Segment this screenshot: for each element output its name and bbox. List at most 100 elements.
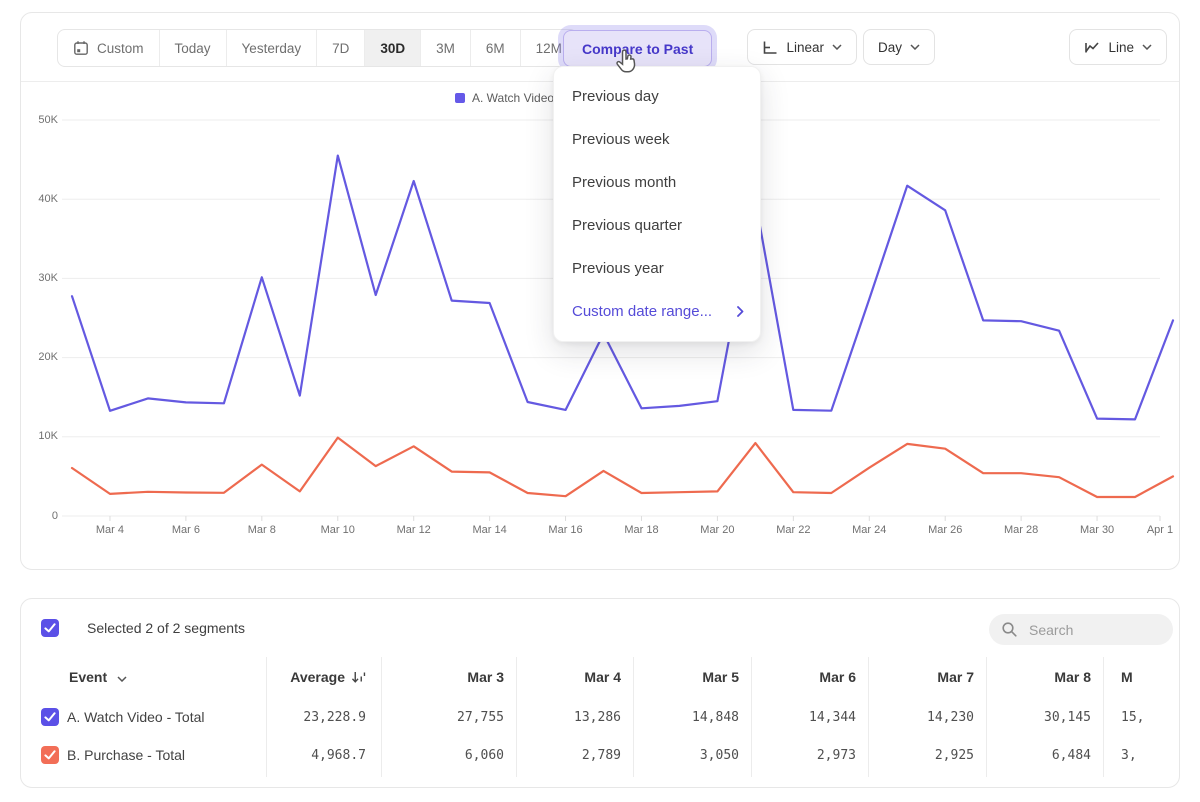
calendar-icon bbox=[73, 40, 89, 56]
table-header-mar-3: Mar 3 bbox=[467, 669, 504, 685]
chevron-down-icon bbox=[1142, 44, 1152, 50]
scale-selector-label: Linear bbox=[786, 40, 824, 55]
value-cell: 2,789 bbox=[582, 748, 621, 763]
chevron-down-icon bbox=[832, 44, 842, 50]
preset-label: 6M bbox=[486, 41, 505, 56]
table-header-event[interactable]: Event bbox=[69, 669, 127, 685]
preset-label: Custom bbox=[97, 41, 144, 56]
check-icon bbox=[44, 623, 56, 633]
search-input[interactable] bbox=[1027, 621, 1151, 639]
value-cell: 13,286 bbox=[574, 710, 621, 725]
table-header-clipped: M bbox=[1121, 669, 1133, 685]
x-axis-label: Mar 20 bbox=[687, 524, 747, 536]
preset-label: Yesterday bbox=[242, 41, 302, 56]
menu-item-previous-year[interactable]: Previous year bbox=[554, 247, 760, 290]
analytics-report-page: CustomTodayYesterday7D30D3M6M12M Linear … bbox=[0, 0, 1200, 802]
y-axis-label: 30K bbox=[18, 272, 58, 284]
preset-label: Today bbox=[175, 41, 211, 56]
table-header-mar-5: Mar 5 bbox=[702, 669, 739, 685]
value-cell: 2,973 bbox=[817, 748, 856, 763]
x-axis-label: Mar 30 bbox=[1067, 524, 1127, 536]
x-axis-label: Mar 18 bbox=[611, 524, 671, 536]
x-axis-label: Mar 14 bbox=[460, 524, 520, 536]
y-axis-label: 40K bbox=[18, 193, 58, 205]
x-axis-label: Mar 26 bbox=[915, 524, 975, 536]
x-axis-label: Mar 4 bbox=[80, 524, 140, 536]
column-separator bbox=[1103, 657, 1104, 777]
value-cell: 3,050 bbox=[700, 748, 739, 763]
preset-3m[interactable]: 3M bbox=[420, 30, 470, 66]
compare-to-past-menu: Previous dayPrevious weekPrevious monthP… bbox=[553, 66, 761, 342]
scale-selector-button[interactable]: Linear bbox=[747, 29, 857, 65]
table-header-mar-8: Mar 8 bbox=[1054, 669, 1091, 685]
menu-item-custom-date-range[interactable]: Custom date range... bbox=[554, 290, 760, 333]
y-axis-label: 20K bbox=[18, 351, 58, 363]
average-cell: 23,228.9 bbox=[303, 710, 366, 725]
x-axis-label: Mar 12 bbox=[384, 524, 444, 536]
check-icon bbox=[44, 750, 56, 760]
value-cell: 14,848 bbox=[692, 710, 739, 725]
value-cell: 14,230 bbox=[927, 710, 974, 725]
search-box[interactable] bbox=[989, 614, 1173, 645]
menu-item-previous-month[interactable]: Previous month bbox=[554, 161, 760, 204]
column-separator bbox=[868, 657, 869, 777]
select-all-checkbox[interactable] bbox=[41, 619, 59, 637]
y-axis-label: 10K bbox=[18, 430, 58, 442]
menu-item-previous-quarter[interactable]: Previous quarter bbox=[554, 204, 760, 247]
chevron-down-icon bbox=[910, 44, 920, 50]
preset-label: 12M bbox=[536, 41, 562, 56]
preset-30d[interactable]: 30D bbox=[364, 30, 420, 66]
y-axis-label: 0 bbox=[18, 510, 58, 522]
table-header-mar-6: Mar 6 bbox=[819, 669, 856, 685]
x-axis-label: Mar 28 bbox=[991, 524, 1051, 536]
menu-item-previous-week[interactable]: Previous week bbox=[554, 118, 760, 161]
chevron-right-icon bbox=[737, 306, 744, 317]
column-separator bbox=[986, 657, 987, 777]
segments-selected-label: Selected 2 of 2 segments bbox=[87, 620, 245, 636]
value-cell: 6,484 bbox=[1052, 748, 1091, 763]
column-separator bbox=[381, 657, 382, 777]
average-cell: 4,968.7 bbox=[311, 748, 366, 763]
segment-row-label: A. Watch Video - Total bbox=[67, 709, 204, 725]
date-range-preset-group: Custom Today Yesterday 7D 30D 3M 6M 12M bbox=[57, 29, 578, 67]
custom-date-range-label: Custom date range... bbox=[572, 290, 712, 333]
table-header-average[interactable]: Average bbox=[290, 669, 366, 685]
row-checkbox[interactable] bbox=[41, 708, 59, 726]
preset-label: 3M bbox=[436, 41, 455, 56]
x-axis-label: Mar 16 bbox=[536, 524, 596, 536]
row-checkbox[interactable] bbox=[41, 746, 59, 764]
preset-yesterday[interactable]: Yesterday bbox=[226, 30, 317, 66]
column-separator bbox=[633, 657, 634, 777]
compare-to-past-button[interactable]: Compare to Past bbox=[563, 30, 712, 67]
check-icon bbox=[44, 712, 56, 722]
legend-swatch bbox=[455, 93, 465, 103]
x-axis-label: Mar 24 bbox=[839, 524, 899, 536]
table-header-mar-7: Mar 7 bbox=[937, 669, 974, 685]
x-axis-label: Mar 10 bbox=[308, 524, 368, 536]
column-separator bbox=[516, 657, 517, 777]
chart-type-selector-label: Line bbox=[1108, 40, 1134, 55]
segments-table-card: Selected 2 of 2 segments Event Average M… bbox=[20, 598, 1180, 788]
search-icon bbox=[1001, 621, 1018, 638]
x-axis-label: Apr 1 bbox=[1130, 524, 1190, 536]
chevron-down-icon bbox=[117, 676, 127, 682]
preset-label: 7D bbox=[332, 41, 349, 56]
granularity-selector-button[interactable]: Day bbox=[863, 29, 935, 65]
value-cell: 14,344 bbox=[809, 710, 856, 725]
menu-item-previous-day[interactable]: Previous day bbox=[554, 75, 760, 118]
value-cell: 6,060 bbox=[465, 748, 504, 763]
line-chart-icon bbox=[1084, 40, 1100, 55]
table-header-mar-4: Mar 4 bbox=[584, 669, 621, 685]
value-cell: 2,925 bbox=[935, 748, 974, 763]
column-separator bbox=[266, 657, 267, 777]
preset-today[interactable]: Today bbox=[159, 30, 226, 66]
value-cell: 30,145 bbox=[1044, 710, 1091, 725]
preset-7d[interactable]: 7D bbox=[316, 30, 364, 66]
value-cell: 27,755 bbox=[457, 710, 504, 725]
chart-type-selector-button[interactable]: Line bbox=[1069, 29, 1167, 65]
preset-6m[interactable]: 6M bbox=[470, 30, 520, 66]
clipped-value-cell: 3, bbox=[1121, 748, 1137, 763]
sort-descending-icon bbox=[351, 670, 366, 684]
preset-custom[interactable]: Custom bbox=[58, 30, 159, 66]
column-separator bbox=[751, 657, 752, 777]
